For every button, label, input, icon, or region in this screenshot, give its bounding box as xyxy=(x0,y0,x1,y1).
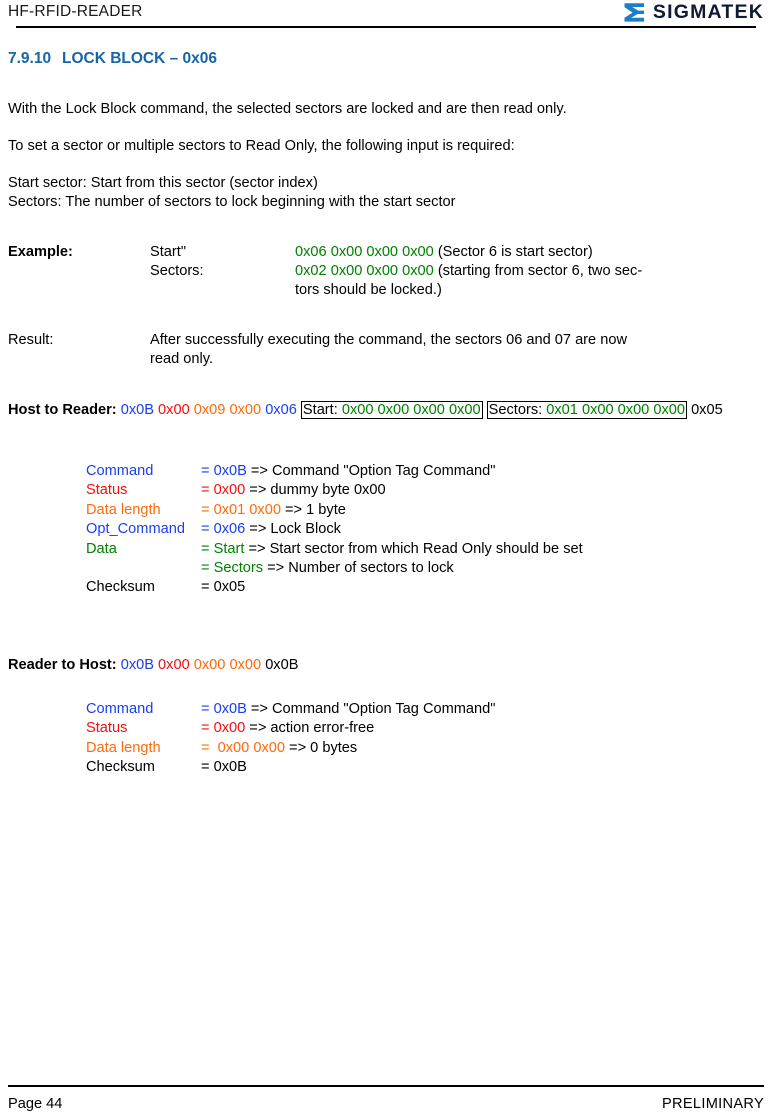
example-sectors-name: Sectors: xyxy=(150,263,204,279)
field-row: Data length = 0x00 0x00 => 0 bytes xyxy=(86,739,357,758)
h2r-optcommand-byte: 0x06 xyxy=(265,402,297,418)
h2r-start-label: Start: xyxy=(302,402,338,418)
section-heading: 7.9.10 LOCK BLOCK – 0x06 xyxy=(8,50,217,68)
host-to-reader-frame: Host to Reader: 0x0B 0x00 0x09 0x00 0x06… xyxy=(8,400,764,421)
h2r-status-byte: 0x00 xyxy=(158,402,190,418)
h2r-sectors-group: Sectors: 0x01 0x00 0x00 0x00 xyxy=(486,401,687,419)
h2r-sectors-value: 0x01 0x00 0x00 0x00 xyxy=(546,402,685,418)
result-text-line2: read only. xyxy=(150,351,214,367)
example-sectors-note-cont: tors should be locked.) xyxy=(295,282,442,298)
r2h-datalength-bytes: 0x00 0x00 xyxy=(193,657,262,673)
field-row: Status = 0x00 => dummy byte 0x00 xyxy=(86,481,386,500)
host-to-reader-field-list: Command = 0x0B => Command "Option Tag Co… xyxy=(86,462,583,598)
field-value: = 0x0B => Command "Option Tag Command" xyxy=(201,463,496,479)
field-value: = 0x00 => action error-free xyxy=(201,720,375,737)
field-name: Status xyxy=(86,720,128,737)
field-name: Checksum xyxy=(86,759,155,776)
h2r-datalength-bytes: 0x09 0x00 xyxy=(193,402,262,418)
page-header: HF-RFID-READER SIGMATEK xyxy=(8,0,764,30)
sectors-definition: Sectors: The number of sectors to lock b… xyxy=(8,194,456,210)
field-row: Checksum = 0x05 xyxy=(86,578,245,597)
field-name: Command xyxy=(86,701,154,717)
sigmatek-sigma-mark-icon xyxy=(624,3,644,22)
header-divider xyxy=(16,26,756,28)
result-text-line1: After successfully executing the command… xyxy=(150,332,627,348)
field-name: Data length xyxy=(86,739,161,756)
field-name: Data length xyxy=(86,501,161,518)
reader-to-host-frame: Reader to Host: 0x0B 0x00 0x00 0x00 0x0B xyxy=(8,655,764,676)
r2h-command-byte: 0x0B xyxy=(120,657,154,673)
field-row: Opt_Command = 0x06 => Lock Block xyxy=(86,520,341,539)
field-row: Command = 0x0B => Command "Option Tag Co… xyxy=(86,462,495,481)
document-title: HF-RFID-READER xyxy=(8,3,143,20)
r2h-checksum-byte: 0x0B xyxy=(265,657,299,673)
example-label: Example: xyxy=(8,244,73,260)
field-name: Status xyxy=(86,482,128,499)
h2r-sectors-label: Sectors: xyxy=(488,402,543,418)
sigmatek-logo: SIGMATEK xyxy=(623,1,764,24)
intro-paragraph-2: To set a sector or multiple sectors to R… xyxy=(8,138,515,154)
field-value: = 0x06 => Lock Block xyxy=(201,521,341,538)
intro-paragraph-1: With the Lock Block command, the selecte… xyxy=(8,101,567,117)
sigmatek-wordmark: SIGMATEK xyxy=(652,1,764,23)
field-row: Data = Start => Start sector from which … xyxy=(86,540,583,559)
section-title: LOCK BLOCK – 0x06 xyxy=(62,50,218,67)
example-start-name: Start" xyxy=(150,244,186,260)
h2r-checksum-byte: 0x05 xyxy=(691,402,723,418)
field-name: Command xyxy=(86,463,154,479)
start-sector-definition: Start sector: Start from this sector (se… xyxy=(8,175,318,191)
field-value: = 0x00 => dummy byte 0x00 xyxy=(201,482,386,499)
field-row: Command = 0x0B => Command "Option Tag Co… xyxy=(86,700,495,719)
field-value: = 0x00 0x00 => 0 bytes xyxy=(201,739,358,756)
field-value: = 0x01 0x00 => 1 byte xyxy=(201,501,346,518)
document-page: HF-RFID-READER SIGMATEK 7.9.10 LOCK BLOCK… xyxy=(0,0,772,1120)
field-row: Status = 0x00 => action error-free xyxy=(86,719,374,738)
r2h-status-byte: 0x00 xyxy=(158,657,190,673)
field-value: = Start => Start sector from which Read … xyxy=(201,540,583,557)
field-value: = 0x0B => Command "Option Tag Command" xyxy=(201,701,496,717)
field-name: Opt_Command xyxy=(86,521,185,538)
example-sectors-value: 0x02 0x00 0x00 0x00 (starting from secto… xyxy=(295,263,643,279)
field-row: = Sectors => Number of sectors to lock xyxy=(86,559,454,578)
page-number: Page 44 xyxy=(8,1096,63,1112)
example-start-value: 0x06 0x00 0x00 0x00 (Sector 6 is start s… xyxy=(295,244,593,260)
field-value: = 0x05 xyxy=(201,579,246,596)
field-row: Checksum = 0x0B xyxy=(86,758,247,777)
reader-to-host-label: Reader to Host: xyxy=(8,657,117,673)
document-status: PRELIMINARY xyxy=(662,1096,764,1112)
field-name: Checksum xyxy=(86,579,155,596)
section-number: 7.9.10 xyxy=(8,50,52,67)
field-name: Data xyxy=(86,540,117,557)
field-row: Data length = 0x01 0x00 => 1 byte xyxy=(86,501,346,520)
result-label: Result: xyxy=(8,332,54,348)
h2r-start-group: Start: 0x00 0x00 0x00 0x00 xyxy=(300,401,483,419)
footer-divider xyxy=(8,1085,764,1087)
h2r-start-value: 0x00 0x00 0x00 0x00 xyxy=(341,402,481,418)
field-value: = Sectors => Number of sectors to lock xyxy=(201,559,454,576)
field-value: = 0x0B xyxy=(201,759,247,776)
h2r-command-byte: 0x0B xyxy=(120,402,154,418)
reader-to-host-field-list: Command = 0x0B => Command "Option Tag Co… xyxy=(86,700,495,778)
host-to-reader-label: Host to Reader: xyxy=(8,402,117,418)
